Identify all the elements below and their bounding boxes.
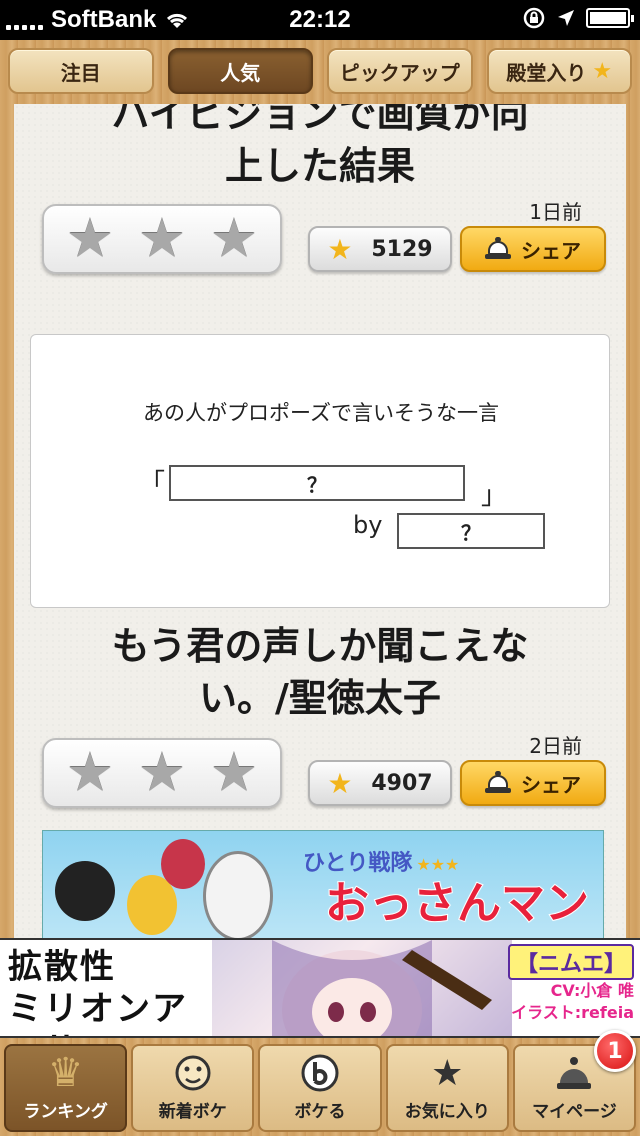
- bell-icon: [485, 771, 511, 795]
- star-rating[interactable]: ★ ★ ★: [42, 738, 282, 808]
- tab-ninki[interactable]: 人気: [167, 48, 313, 94]
- rotation-lock-icon: [523, 7, 545, 29]
- character-illustration: [272, 940, 492, 1036]
- tab-label: 新着ボケ: [158, 1102, 227, 1122]
- tab-chumoku[interactable]: 注目: [8, 48, 154, 94]
- star-icon: ★: [327, 766, 353, 800]
- character-illustration: [55, 861, 115, 921]
- face-icon: [171, 1053, 215, 1093]
- bell-icon: [552, 1053, 596, 1093]
- star-count: 5129: [371, 236, 433, 262]
- tab-favorites[interactable]: ★ お気に入り: [385, 1044, 509, 1132]
- open-bracket: 「: [139, 469, 166, 499]
- feed-content[interactable]: ハイビジョンで画質が向 上した結果 1日前 ★ ★ ★ ★ 5129 シェア あ…: [14, 104, 626, 938]
- post-date: 1日前: [529, 200, 582, 224]
- answer-placeholder: ？: [307, 472, 327, 497]
- tab-new-boke[interactable]: 新着ボケ: [131, 1044, 255, 1132]
- boke-image[interactable]: あの人がプロポーズで言いそうな一言 「 ？ 」 by ？: [30, 334, 610, 608]
- star-icon[interactable]: ★: [138, 212, 186, 266]
- author-placeholder-box: ？: [397, 513, 545, 549]
- tab-label: マイページ: [532, 1102, 617, 1122]
- share-label: シェア: [521, 238, 581, 263]
- answer-placeholder-box: ？: [169, 465, 465, 501]
- tab-label: 殿堂入り: [506, 60, 587, 85]
- star-icon: ★: [431, 1052, 464, 1094]
- top-tab-bar: 注目 人気 ピックアップ 殿堂入り ★: [8, 48, 632, 94]
- star-icon[interactable]: ★: [210, 746, 258, 800]
- star-icon[interactable]: ★: [66, 746, 114, 800]
- star-icon[interactable]: ★: [138, 746, 186, 800]
- star-icon[interactable]: ★: [210, 212, 258, 266]
- close-bracket: 」: [481, 481, 508, 511]
- status-icons: [522, 6, 634, 30]
- tab-bokeru[interactable]: ボケる: [258, 1044, 382, 1132]
- tab-mypage[interactable]: マイページ 1: [512, 1030, 637, 1132]
- tab-pickup[interactable]: ピックアップ: [327, 48, 473, 94]
- boke-prompt: あの人がプロポーズで言いそうな一言: [143, 401, 499, 425]
- status-bar: SoftBank 22:12: [0, 0, 640, 40]
- post-date: 2日前: [529, 734, 582, 758]
- star-count: 4907: [371, 770, 433, 796]
- share-button[interactable]: シェア: [460, 760, 606, 806]
- battery-icon: [586, 8, 634, 28]
- banner-character-image: [212, 940, 512, 1036]
- bell-icon: [485, 237, 511, 261]
- star-rating[interactable]: ★ ★ ★: [42, 204, 282, 274]
- banner-title-line: ミリオンアーサー: [8, 989, 188, 1036]
- banner-cv: CV:小倉 唯: [550, 981, 634, 1000]
- post-title: い。/聖徳太子: [199, 676, 441, 720]
- banner-credits: 【ニムエ】 CV:小倉 唯 イラスト:refeia: [506, 944, 634, 1024]
- star-icon[interactable]: ★: [66, 212, 114, 266]
- tab-label: ピックアップ: [339, 60, 460, 85]
- tab-label: 人気: [220, 60, 261, 85]
- notification-badge: 1: [594, 1030, 637, 1072]
- location-icon: [558, 10, 574, 26]
- star-count-button[interactable]: ★ 4907: [308, 760, 452, 806]
- share-button[interactable]: シェア: [460, 226, 606, 272]
- post-title: もう君の声しか聞こえな: [111, 624, 529, 668]
- by-label: by: [353, 511, 383, 539]
- bottom-tab-bar: ♛ ランキング 新着ボケ ボケる ★ お気に入り マイページ 1: [0, 1030, 640, 1136]
- banner-ad[interactable]: 拡散性 ミリオンアーサー 【ニムエ】 CV:小倉 唯 イラスト:refeia: [0, 938, 640, 1038]
- post-title: ハイビジョンで画質が向: [111, 104, 529, 136]
- banner-illustrator: イラスト:refeia: [511, 1003, 634, 1022]
- tab-label: 注目: [60, 60, 101, 85]
- tab-ranking[interactable]: ♛ ランキング: [4, 1044, 128, 1132]
- crown-icon: ♛: [47, 1050, 84, 1096]
- bokete-logo-icon: [298, 1053, 342, 1093]
- star-icon: ★: [592, 58, 613, 84]
- post-title: 上した結果: [224, 144, 415, 188]
- banner-tag: 【ニムエ】: [507, 944, 634, 980]
- character-illustration: [161, 839, 205, 889]
- ad-title: おっさんマン: [324, 877, 590, 930]
- banner-title-line: 拡散性: [8, 947, 116, 987]
- author-placeholder: ？: [461, 520, 481, 545]
- tab-label: お気に入り: [404, 1102, 490, 1122]
- character-illustration: [203, 851, 273, 938]
- tab-label: ランキング: [23, 1102, 108, 1122]
- banner-title: 拡散性 ミリオンアーサー: [8, 946, 208, 1036]
- tab-hall-of-fame[interactable]: 殿堂入り ★: [486, 48, 632, 94]
- star-icon: ★: [327, 232, 353, 266]
- share-label: シェア: [521, 772, 581, 797]
- illustration-ad[interactable]: ひとり戦隊 ★★★ おっさんマン: [42, 830, 604, 938]
- star-count-button[interactable]: ★ 5129: [308, 226, 452, 272]
- tab-label: ボケる: [294, 1102, 346, 1122]
